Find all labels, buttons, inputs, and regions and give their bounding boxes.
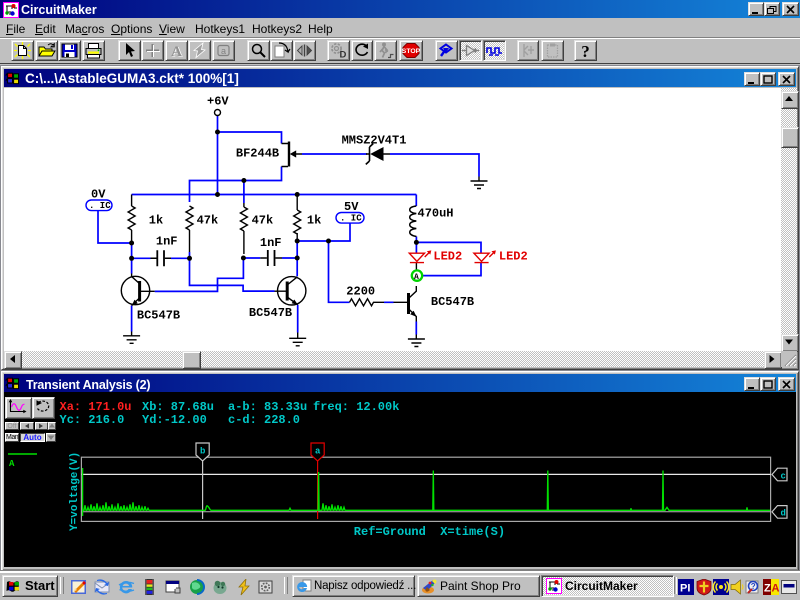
svg-text:1nF: 1nF <box>260 236 282 250</box>
svg-text:A: A <box>171 44 182 60</box>
svg-text:D: D <box>340 50 347 61</box>
svg-text:BF244B: BF244B <box>236 147 279 161</box>
svg-text:A: A <box>9 459 15 469</box>
svg-text:LED2: LED2 <box>499 250 528 264</box>
svg-text:a: a <box>220 46 225 56</box>
svg-text:+6V: +6V <box>207 95 229 109</box>
svg-text:5V: 5V <box>344 200 359 214</box>
svg-text:BC547B: BC547B <box>249 306 292 320</box>
svg-text:BC547B: BC547B <box>431 295 474 309</box>
svg-text:MMSZ2V4T1: MMSZ2V4T1 <box>342 133 407 147</box>
svg-text:Z: Z <box>764 583 771 595</box>
svg-text:BC547B: BC547B <box>137 308 180 322</box>
svg-text:1k: 1k <box>307 213 321 227</box>
svg-text:1k: 1k <box>149 213 163 227</box>
svg-text:1nF: 1nF <box>156 234 178 248</box>
svg-text:PI: PI <box>680 583 690 595</box>
svg-text:a: a <box>315 447 321 457</box>
svg-text:470uH: 470uH <box>418 207 454 221</box>
svg-text:STOP: STOP <box>401 48 420 55</box>
svg-text:b: b <box>200 447 205 457</box>
svg-text:47k: 47k <box>252 213 274 227</box>
svg-text:47k: 47k <box>197 213 219 227</box>
svg-text:0V: 0V <box>91 188 106 202</box>
svg-text:. IC: . IC <box>340 214 362 224</box>
svg-text:d: d <box>781 509 786 519</box>
svg-text:LED2: LED2 <box>433 250 462 264</box>
svg-text:A: A <box>414 273 419 282</box>
svg-text:. IC: . IC <box>89 201 111 211</box>
svg-text:?: ? <box>581 42 590 60</box>
svg-text:A: A <box>772 583 780 595</box>
svg-text:Y=voltage(V): Y=voltage(V) <box>69 452 81 531</box>
svg-text:2200: 2200 <box>346 284 375 298</box>
svg-text:c: c <box>781 471 786 481</box>
svg-text:Ref=Ground X=time(S): Ref=Ground X=time(S) <box>354 525 505 539</box>
